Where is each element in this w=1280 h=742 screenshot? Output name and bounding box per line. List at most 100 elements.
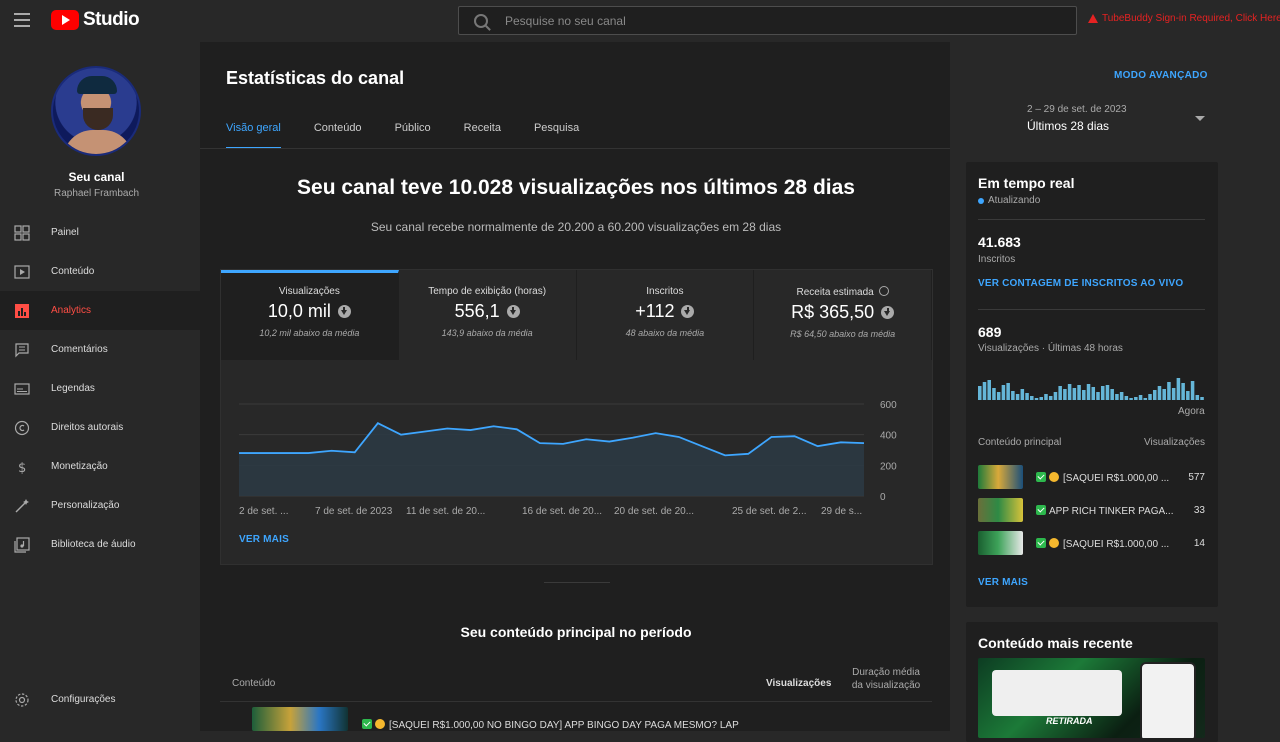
advanced-mode-button[interactable]: MODO AVANÇADO (1114, 70, 1208, 81)
check-icon (1036, 472, 1046, 482)
right-panel: MODO AVANÇADO 2 – 29 de set. de 2023 Últ… (950, 42, 1280, 731)
realtime-bar (1196, 395, 1200, 400)
video-views: 577 (1188, 472, 1205, 483)
tab-pesquisa[interactable]: Pesquisa (534, 122, 579, 149)
realtime-bar (1092, 387, 1096, 400)
chevron-down-icon[interactable] (1195, 116, 1205, 121)
realtime-bar (1035, 398, 1039, 400)
col-avg-duration[interactable]: Duração média da visualização (846, 666, 926, 692)
video-thumbnail[interactable] (978, 531, 1023, 555)
metric-label: Visualizações (221, 286, 398, 297)
col-views[interactable]: Visualizações (766, 678, 831, 689)
check-icon (1036, 538, 1046, 548)
metric-label: Tempo de exibição (horas) (399, 286, 576, 297)
emoji-icon (1049, 472, 1059, 482)
realtime-bar (1167, 382, 1171, 400)
realtime-bar (1002, 385, 1006, 400)
youtube-logo-icon (51, 10, 79, 30)
live-subscriber-count-link[interactable]: VER CONTAGEM DE INSCRITOS AO VIVO (978, 278, 1183, 289)
search-icon[interactable] (474, 14, 488, 28)
sidebar-item-label: Monetização (51, 461, 108, 472)
realtime-bar (1044, 394, 1048, 400)
realtime-bar (1125, 396, 1129, 400)
realtime-bar (1021, 389, 1025, 400)
tab-conteudo[interactable]: Conteúdo (314, 122, 362, 149)
x-tick-label: 20 de set. de 20... (614, 506, 694, 517)
sidebar-item-analytics[interactable]: Analytics (0, 291, 200, 330)
arrow-down-icon (507, 305, 520, 318)
realtime-bar (1030, 396, 1034, 400)
recent-content-card: Conteúdo mais recente RETIRADA (966, 622, 1218, 742)
subscribers-label: Inscritos (978, 254, 1015, 265)
tab-bar: Visão geral Conteúdo Público Receita Pes… (226, 122, 612, 149)
divider (978, 219, 1205, 220)
tab-visao-geral[interactable]: Visão geral (226, 122, 281, 149)
metric-value: 10,0 mil (268, 301, 331, 322)
metric-label: Receita estimada (796, 287, 873, 298)
x-tick-label: 25 de set. de 2... (732, 506, 807, 517)
see-more-link[interactable]: VER MAIS (239, 534, 289, 545)
metric-note: R$ 64,50 abaixo da média (754, 329, 931, 339)
sidebar-item-label: Biblioteca de áudio (51, 539, 136, 550)
metric-watch-time[interactable]: Tempo de exibição (horas) 556,1 143,9 ab… (399, 270, 577, 360)
tubebuddy-warning[interactable]: TubeBuddy Sign-in Required, Click Here (1088, 13, 1280, 24)
tab-publico[interactable]: Público (395, 122, 431, 149)
clock-icon[interactable] (879, 286, 889, 296)
menu-icon[interactable] (14, 13, 30, 27)
avatar[interactable] (51, 66, 141, 156)
sidebar-item-monetizacao[interactable]: $ Monetização (0, 447, 200, 486)
realtime-content-item[interactable]: APP RICH TINKER PAGA... 33 (978, 498, 1205, 524)
y-tick-label: 0 (880, 492, 886, 503)
realtime-bar (1054, 392, 1058, 400)
video-thumbnail[interactable] (252, 707, 348, 731)
metric-note: 48 abaixo da média (577, 328, 754, 338)
realtime-bar (987, 380, 991, 400)
dollar-icon: $ (14, 459, 30, 475)
live-dot-icon (978, 198, 984, 204)
search-box[interactable] (458, 6, 1077, 35)
tubebuddy-warning-text: TubeBuddy Sign-in Required, Click Here (1102, 13, 1280, 24)
sidebar-item-direitos-autorais[interactable]: Direitos autorais (0, 408, 200, 447)
emoji-icon (375, 719, 385, 729)
video-views: 14 (1194, 538, 1205, 549)
sidebar-item-conteudo[interactable]: Conteúdo (0, 252, 200, 291)
arrow-down-icon (338, 305, 351, 318)
sidebar-item-label: Comentários (51, 344, 108, 355)
date-range-selector[interactable]: 2 – 29 de set. de 2023 Últimos 28 dias (1027, 104, 1207, 133)
realtime-bar (1011, 391, 1015, 400)
realtime-bar-chart[interactable] (978, 374, 1205, 400)
metric-views[interactable]: Visualizações 10,0 mil 10,2 mil abaixo d… (221, 270, 399, 360)
realtime-bar (1162, 389, 1166, 400)
realtime-content-item[interactable]: [SAQUEI R$1.000,00 ... 577 (978, 465, 1205, 491)
recent-video-thumbnail[interactable]: RETIRADA (978, 658, 1205, 738)
realtime-bar (1144, 398, 1148, 400)
realtime-bar (978, 386, 982, 400)
studio-logo[interactable]: Studio (51, 9, 139, 31)
metric-note: 143,9 abaixo da média (399, 328, 576, 338)
search-input[interactable] (505, 14, 1025, 28)
sidebar-item-painel[interactable]: Painel (0, 213, 200, 252)
views-chart[interactable]: 60040020002 de set. ...7 de set. de 2023… (221, 390, 932, 530)
realtime-bar (1068, 384, 1072, 400)
realtime-bar (1177, 378, 1181, 400)
sidebar-item-legendas[interactable]: Legendas (0, 369, 200, 408)
sidebar-item-biblioteca-audio[interactable]: Biblioteca de áudio (0, 525, 200, 564)
video-thumbnail[interactable] (978, 465, 1023, 489)
overview-card: Visualizações 10,0 mil 10,2 mil abaixo d… (220, 269, 933, 565)
views-subline: Seu canal recebe normalmente de 20.200 a… (220, 220, 932, 234)
tab-receita[interactable]: Receita (464, 122, 501, 149)
metric-subscribers[interactable]: Inscritos +112 48 abaixo da média (577, 270, 755, 360)
realtime-bar (1058, 386, 1062, 400)
sidebar-item-comentarios[interactable]: Comentários (0, 330, 200, 369)
sidebar-item-personalizacao[interactable]: Personalização (0, 486, 200, 525)
sidebar-item-label: Direitos autorais (51, 422, 123, 433)
see-more-link[interactable]: VER MAIS (978, 577, 1028, 588)
top-content-table-header: Conteúdo Visualizações Duração média da … (220, 664, 932, 702)
metric-revenue[interactable]: Receita estimada R$ 365,50 R$ 64,50 abai… (754, 270, 932, 360)
table-row[interactable]: [SAQUEI R$1.000,00 NO BINGO DAY] APP BIN… (252, 707, 912, 737)
realtime-content-item[interactable]: [SAQUEI R$1.000,00 ... 14 (978, 531, 1205, 557)
video-thumbnail[interactable] (978, 498, 1023, 522)
realtime-bar (1063, 389, 1067, 400)
sidebar-item-configuracoes[interactable]: Configurações (0, 680, 200, 719)
thumbnail-caption: RETIRADA (1046, 716, 1093, 726)
